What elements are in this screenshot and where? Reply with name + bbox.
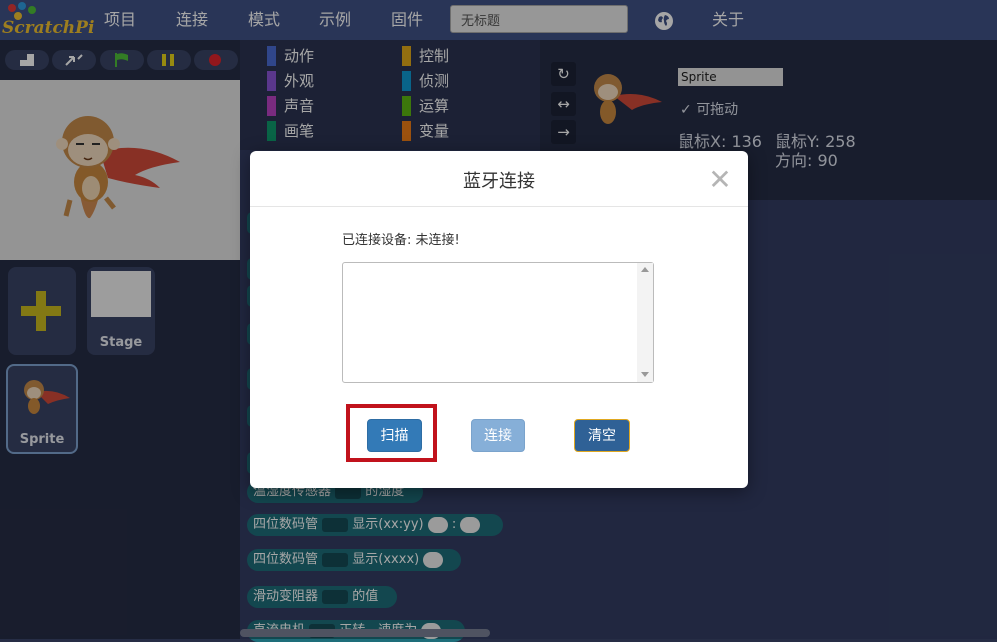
scan-button[interactable]: 扫描 — [367, 419, 422, 452]
bluetooth-dialog: 蓝牙连接 ✕ 已连接设备: 未连接! 扫描 连接 清空 — [250, 151, 748, 488]
connected-device-status: 已连接设备: 未连接! — [342, 233, 460, 248]
dialog-divider — [250, 206, 748, 207]
dialog-title: 蓝牙连接 — [463, 171, 535, 192]
connect-button[interactable]: 连接 — [471, 419, 525, 452]
scroll-up-icon[interactable] — [641, 267, 649, 272]
scroll-down-icon[interactable] — [641, 372, 649, 377]
device-list-textarea[interactable] — [342, 262, 654, 383]
device-list-scrollbar[interactable] — [637, 263, 653, 382]
close-icon[interactable]: ✕ — [708, 165, 732, 195]
clear-button[interactable]: 清空 — [574, 419, 630, 452]
